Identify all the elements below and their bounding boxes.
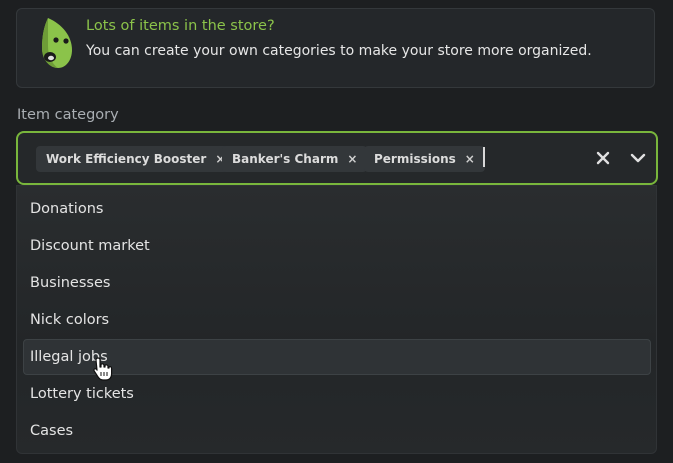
option-illegal-jobs[interactable]: Illegal jobs [23, 339, 651, 375]
option-nick-colors[interactable]: Nick colors [23, 302, 651, 338]
banner-title: Lots of items in the store? [86, 18, 275, 34]
option-donations[interactable]: Donations [23, 191, 651, 227]
leaf-mascot-icon [42, 18, 72, 68]
chip-permissions: Permissions × [364, 146, 485, 172]
category-dropdown-menu: Donations Discount market Businesses Nic… [16, 185, 657, 454]
chip-remove-icon[interactable]: × [465, 152, 475, 166]
banner-description: You can create your own categories to ma… [86, 43, 592, 59]
chip-label: Banker's Charm [232, 152, 339, 166]
chip-label: Permissions [374, 152, 456, 166]
item-category-select[interactable]: Work Efficiency Booster × Banker's Charm… [16, 131, 658, 185]
chip-remove-icon[interactable]: × [347, 152, 357, 166]
close-icon[interactable] [592, 147, 614, 169]
chip-work-efficiency-booster: Work Efficiency Booster × [36, 146, 236, 172]
option-businesses[interactable]: Businesses [23, 265, 651, 301]
item-category-label: Item category [17, 107, 119, 123]
chip-label: Work Efficiency Booster [46, 152, 207, 166]
text-caret[interactable] [483, 147, 485, 167]
chevron-down-icon[interactable] [627, 147, 649, 169]
chip-bankers-charm: Banker's Charm × [222, 146, 368, 172]
option-discount-market[interactable]: Discount market [23, 228, 651, 264]
option-lottery-tickets[interactable]: Lottery tickets [23, 376, 651, 412]
option-cases[interactable]: Cases [23, 413, 651, 449]
